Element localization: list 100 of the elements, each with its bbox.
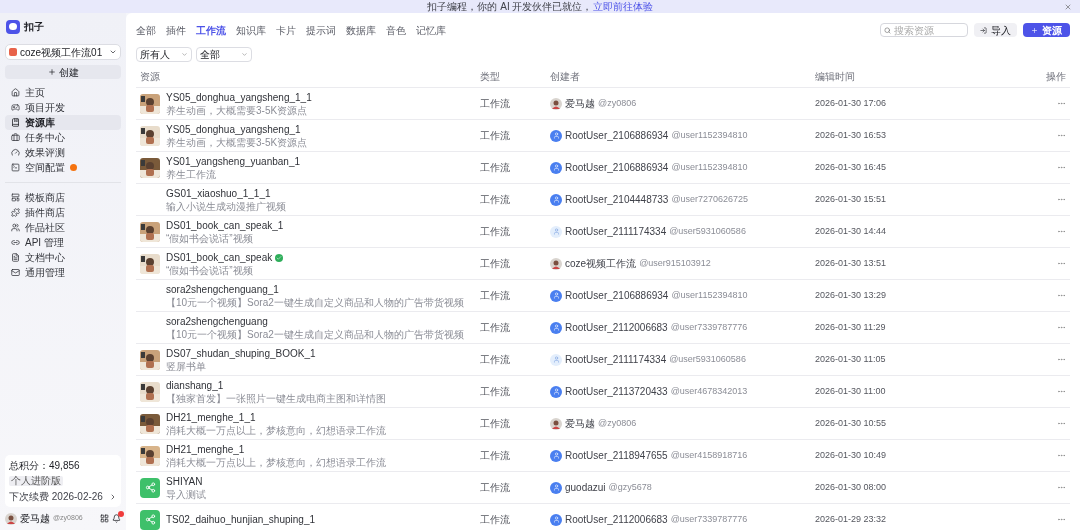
nav-item[interactable]: 空间配置 bbox=[5, 160, 121, 175]
creator-name: RootUser_2106886934 bbox=[565, 129, 669, 143]
resource-title[interactable]: sora2shengchenguang_1 bbox=[166, 282, 279, 297]
tab[interactable]: 全部 bbox=[136, 22, 156, 38]
creator-name: RootUser_2112006683 bbox=[565, 321, 668, 335]
workspace-dropdown[interactable]: coze视频工作流01 bbox=[5, 44, 121, 60]
tab[interactable]: 插件 bbox=[166, 22, 186, 38]
mail-icon bbox=[11, 268, 20, 277]
more-icon[interactable] bbox=[1057, 99, 1066, 108]
nav-item[interactable]: 资源库 bbox=[5, 115, 121, 130]
nav-item[interactable]: 通用管理 bbox=[5, 265, 121, 280]
edit-time: 2026-01-30 10:49 bbox=[814, 448, 888, 462]
column-header: 编辑时间 bbox=[814, 70, 856, 84]
tab[interactable]: 工作流 bbox=[196, 22, 226, 38]
resource-title[interactable]: GS01_xiaoshuo_1_1_1 bbox=[166, 186, 271, 201]
edit-time: 2026-01-29 23:32 bbox=[814, 512, 888, 526]
resource-description: 【10元一个视频】Sora2一键生成自定义商品和人物的广告带货视频 bbox=[166, 297, 464, 309]
workspace-icon bbox=[9, 48, 17, 56]
plus-icon bbox=[1031, 26, 1038, 34]
more-icon[interactable] bbox=[1057, 483, 1066, 492]
nav-item[interactable]: 插件商店 bbox=[5, 205, 121, 220]
resource-title[interactable]: YS05_donghua_yangsheng_1_1 bbox=[166, 90, 312, 105]
resource-title[interactable]: YS01_yangsheng_yuanban_1 bbox=[166, 154, 300, 169]
more-icon[interactable] bbox=[1057, 451, 1066, 460]
nav-item[interactable]: 任务中心 bbox=[5, 130, 121, 145]
more-icon[interactable] bbox=[1057, 131, 1066, 140]
briefcase-icon bbox=[11, 133, 20, 142]
apps-icon[interactable] bbox=[100, 514, 109, 523]
more-icon[interactable] bbox=[1057, 259, 1066, 268]
more-icon[interactable] bbox=[1057, 387, 1066, 396]
resource-title[interactable]: YS05_donghua_yangsheng_1 bbox=[166, 122, 301, 137]
create-button[interactable]: 创建 bbox=[5, 65, 121, 79]
user-name: 爱马越 bbox=[20, 512, 50, 526]
more-icon[interactable] bbox=[1057, 227, 1066, 236]
nav-item[interactable]: 效果评测 bbox=[5, 145, 121, 160]
notification-icon[interactable] bbox=[112, 514, 121, 523]
filter-dropdown[interactable]: 全部 bbox=[196, 47, 252, 62]
resource-title[interactable]: DS01_book_can_speak bbox=[166, 250, 273, 265]
tab[interactable]: 知识库 bbox=[236, 22, 266, 38]
more-icon[interactable] bbox=[1057, 419, 1066, 428]
user-avatar-icon bbox=[550, 353, 562, 366]
add-resource-button[interactable]: 资源 bbox=[1023, 23, 1070, 37]
resource-title[interactable]: DS07_shudan_shuping_BOOK_1 bbox=[166, 346, 316, 361]
banner-link[interactable]: 立即前往体验 bbox=[592, 1, 653, 12]
creator-name: RootUser_2106886934 bbox=[565, 289, 669, 303]
column-header: 资源 bbox=[139, 70, 161, 84]
search-field[interactable]: 搜索资源 bbox=[880, 23, 968, 37]
tab[interactable]: 记忆库 bbox=[416, 22, 446, 38]
filter-dropdown[interactable]: 所有人 bbox=[136, 47, 192, 62]
creator-name: RootUser_2104448733 bbox=[565, 193, 669, 207]
creator-name: RootUser_2112006683 bbox=[565, 513, 668, 527]
workflow-icon bbox=[140, 477, 160, 498]
resource-description: 竖屏书单 bbox=[166, 361, 207, 373]
more-icon[interactable] bbox=[1057, 163, 1066, 172]
user-avatar-icon bbox=[550, 385, 562, 398]
resource-title[interactable]: SHIYAN bbox=[166, 474, 203, 489]
resource-title[interactable]: dianshang_1 bbox=[166, 378, 224, 393]
nav-item[interactable]: 项目开发 bbox=[5, 100, 121, 115]
search-icon bbox=[884, 26, 891, 34]
tab[interactable]: 音色 bbox=[386, 22, 406, 38]
resource-title[interactable]: DS01_book_can_speak_1 bbox=[166, 218, 284, 233]
column-header: 创建者 bbox=[549, 70, 581, 84]
more-icon[interactable] bbox=[1057, 323, 1066, 332]
type-cell-text: 工作流 bbox=[479, 193, 511, 207]
import-button[interactable]: 导入 bbox=[974, 23, 1017, 37]
type-cell-text: 工作流 bbox=[479, 321, 511, 335]
creator-handle: @user5931060586 bbox=[669, 352, 746, 366]
edit-time: 2026-01-30 10:55 bbox=[814, 416, 888, 430]
nav-item[interactable]: 模板商店 bbox=[5, 190, 121, 205]
renewal-link[interactable]: 下次续费 2026-02-26 bbox=[9, 489, 117, 504]
user-avatar-icon bbox=[550, 225, 562, 238]
nav-item[interactable]: API 管理 bbox=[5, 235, 121, 250]
edit-time: 2026-01-30 17:06 bbox=[814, 96, 888, 110]
tab[interactable]: 提示词 bbox=[306, 22, 336, 38]
resource-description: 导入测试 bbox=[166, 489, 206, 501]
resource-description: 养生动画，大概需要3-5K资源点 bbox=[166, 137, 308, 149]
creator-handle: @user7270626725 bbox=[671, 192, 749, 206]
more-icon[interactable] bbox=[1057, 291, 1066, 300]
puzzle-icon bbox=[11, 208, 20, 217]
user-avatar-icon bbox=[550, 321, 562, 334]
tab[interactable]: 卡片 bbox=[276, 22, 296, 38]
resource-title[interactable]: DH21_menghe_1 bbox=[166, 442, 245, 457]
resource-description: 【独家首发】一张照片一键生成电商主图和详情图 bbox=[166, 393, 386, 405]
edit-time: 2026-01-30 15:51 bbox=[814, 192, 888, 206]
more-icon[interactable] bbox=[1057, 195, 1066, 204]
more-icon[interactable] bbox=[1057, 515, 1066, 524]
document-icon bbox=[11, 253, 20, 262]
tab[interactable]: 数据库 bbox=[346, 22, 376, 38]
creator-handle: @user7339787776 bbox=[670, 512, 748, 526]
nav-item[interactable]: 作品社区 bbox=[5, 220, 121, 235]
resource-title[interactable]: DH21_menghe_1_1 bbox=[166, 410, 256, 425]
more-icon[interactable] bbox=[1057, 355, 1066, 364]
people-icon bbox=[11, 223, 20, 232]
resource-description: 消耗大概一万点以上，梦核意向，幻想语录工作流 bbox=[166, 457, 386, 469]
banner-text: 扣子编程，你的 AI 开发伙伴已就位， bbox=[427, 1, 593, 12]
resource-title[interactable]: sora2shengchenguang bbox=[166, 314, 268, 329]
edit-time: 2026-01-30 11:05 bbox=[814, 352, 887, 366]
nav-item[interactable]: 文档中心 bbox=[5, 250, 121, 265]
resource-title[interactable]: TS02_daihuo_hunjian_shuping_1 bbox=[166, 512, 316, 527]
nav-item[interactable]: 主页 bbox=[5, 85, 121, 100]
